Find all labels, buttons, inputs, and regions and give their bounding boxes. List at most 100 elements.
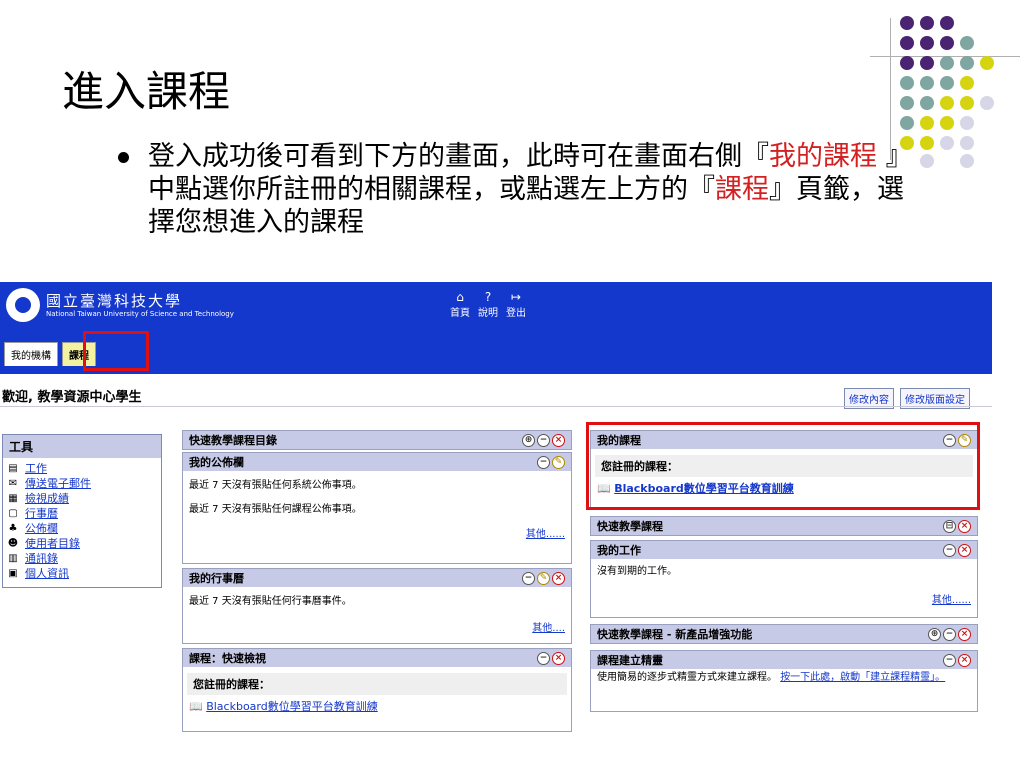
minimize-icon[interactable]: − xyxy=(537,455,550,469)
divider xyxy=(0,406,992,407)
wizard-launch-link[interactable]: 按一下此處，啟動「建立課程精靈」。 xyxy=(780,672,945,683)
edit-icon[interactable]: ✎ xyxy=(552,455,565,469)
calendar-empty-text: 最近 7 天沒有張貼任何行事曆事件。 xyxy=(189,596,352,607)
close-icon[interactable]: × xyxy=(958,627,971,641)
nav-home[interactable]: ⌂ 首頁 xyxy=(450,290,470,319)
panel-calendar: 我的行事曆 − ✎ × 最近 7 天沒有張貼任何行事曆事件。 其他.... xyxy=(182,568,572,644)
panel-title: 我的行事曆 xyxy=(189,572,244,585)
tasks-more-link[interactable]: 其他...... xyxy=(932,595,971,606)
tool-link-personal-info[interactable]: 個人資訊 xyxy=(25,566,69,581)
top-nav: ⌂ 首頁 ? 說明 ↦ 登出 xyxy=(450,290,526,319)
nav-home-label: 首頁 xyxy=(450,308,470,319)
logo-chinese-name: 國立臺灣科技大學 xyxy=(46,291,183,310)
tool-item[interactable]: ▤ 工作 xyxy=(7,461,157,476)
tool-link-user-directory[interactable]: 使用者目錄 xyxy=(25,536,80,551)
panel-title: 我的公佈欄 xyxy=(189,456,244,469)
nav-help[interactable]: ? 說明 xyxy=(478,290,498,319)
panel-title: 快速教學課程目錄 xyxy=(189,434,277,447)
decor-vertical-line xyxy=(890,18,891,160)
tool-item[interactable]: ▦ 檢視成績 xyxy=(7,491,157,506)
edit-icon[interactable]: ✎ xyxy=(537,571,550,585)
minimize-icon[interactable]: − xyxy=(537,433,550,447)
tool-link-announcements[interactable]: 公佈欄 xyxy=(25,521,58,536)
close-icon[interactable]: × xyxy=(552,571,565,585)
tab-my-institution[interactable]: 我的機構 xyxy=(4,342,58,366)
tool-item[interactable]: ☻ 使用者目錄 xyxy=(7,536,157,551)
minimize-icon[interactable]: − xyxy=(537,651,550,665)
close-icon[interactable]: × xyxy=(958,543,971,557)
minimize-icon[interactable]: − xyxy=(943,543,956,557)
close-icon[interactable]: × xyxy=(958,653,971,667)
tool-link-email[interactable]: 傳送電子郵件 xyxy=(25,476,91,491)
expand-icon[interactable]: ⊕ xyxy=(928,627,941,641)
user-dir-icon: ☻ xyxy=(7,538,19,549)
panel-course-wizard: 課程建立精靈 − × 使用簡易的逐步式精靈方式來建立課程。 按一下此處，啟動「建… xyxy=(590,650,978,712)
book-icon: 📖 xyxy=(189,700,203,713)
panel-my-tasks: 我的工作 − × 沒有到期的工作。 其他...... xyxy=(590,540,978,618)
slide-title: 進入課程 xyxy=(62,67,231,116)
tool-link-address-book[interactable]: 通訊錄 xyxy=(25,551,58,566)
university-seal-icon xyxy=(6,288,40,322)
minimize-icon[interactable]: − xyxy=(943,627,956,641)
panel-title: 我的工作 xyxy=(597,544,641,557)
bullet-highlight-my-courses: 我的課程 xyxy=(769,141,877,172)
announcement-course: 最近 7 天沒有張貼任何課程公佈事項。 xyxy=(189,504,362,515)
panel-quick-course: 快速教學課程 ⊟ × xyxy=(590,516,978,536)
tool-item[interactable]: ▣ 個人資訊 xyxy=(7,566,157,581)
enrolled-courses-heading: 您註冊的課程： xyxy=(187,673,567,695)
wizard-description: 使用簡易的逐步式精靈方式來建立課程。 xyxy=(597,672,777,683)
calendar-more-link[interactable]: 其他.... xyxy=(532,623,565,634)
announcements-more-link[interactable]: 其他...... xyxy=(526,529,565,540)
tools-title: 工具 xyxy=(3,435,161,458)
tab-highlight-box xyxy=(83,331,149,371)
blackboard-screenshot: 國立臺灣科技大學 National Taiwan University of S… xyxy=(0,282,1000,768)
address-book-icon: ▥ xyxy=(8,553,18,564)
tool-link-work[interactable]: 工作 xyxy=(25,461,47,476)
slide-bullet: 登入成功後可看到下方的畫面，此時可在畫面右側『我的課程 』中點選你所註冊的相關課… xyxy=(148,140,918,239)
logo-english-name: National Taiwan University of Science an… xyxy=(46,309,234,318)
close-icon[interactable]: × xyxy=(552,651,565,665)
panel-new-features: 快速教學課程 - 新產品增強功能 ⊕ − × xyxy=(590,624,978,644)
personal-info-icon: ▣ xyxy=(8,568,18,579)
tool-item[interactable]: ✉ 傳送電子郵件 xyxy=(7,476,157,491)
work-icon: ▤ xyxy=(8,463,18,474)
calendar-icon: ▢ xyxy=(8,508,18,519)
bullet-highlight-courses: 課程 xyxy=(715,174,769,205)
panel-title: 課程：快速檢視 xyxy=(189,652,266,665)
panel-title: 快速教學課程 - 新產品增強功能 xyxy=(597,628,753,641)
close-icon[interactable]: × xyxy=(958,519,971,533)
bullet-text-1: 登入成功後可看到下方的畫面，此時可在畫面右側『 xyxy=(148,141,769,172)
panel-title: 課程建立精靈 xyxy=(597,654,663,667)
tool-link-grades[interactable]: 檢視成績 xyxy=(25,491,69,506)
home-icon: ⌂ xyxy=(456,290,464,304)
panel-quick-catalog: 快速教學課程目錄 ⊕ − × xyxy=(182,430,572,450)
tool-item[interactable]: ▢ 行事曆 xyxy=(7,506,157,521)
grades-icon: ▦ xyxy=(8,493,18,504)
nav-logout[interactable]: ↦ 登出 xyxy=(506,290,526,319)
nav-help-label: 說明 xyxy=(478,308,498,319)
panel-announcements: 我的公佈欄 − ✎ 最近 7 天沒有張貼任何系統公佈事項。 最近 7 天沒有張貼… xyxy=(182,452,572,564)
panel-title: 快速教學課程 xyxy=(597,520,663,533)
course-link[interactable]: Blackboard數位學習平台教育訓練 xyxy=(206,700,378,713)
tools-box: 工具 ▤ 工作 ✉ 傳送電子郵件 ▦ 檢視成績 ▢ 行事曆 ♣ 公佈欄 ☻ 使用者目錄 ▥ 通… xyxy=(2,434,162,588)
minimize-icon[interactable]: − xyxy=(943,653,956,667)
panel-course-quickview: 課程：快速檢視 − × 您註冊的課程： 📖 Blackboard數位學習平台教育… xyxy=(182,648,572,732)
tasks-empty-text: 沒有到期的工作。 xyxy=(597,566,677,577)
announcement-icon: ♣ xyxy=(8,523,18,534)
close-icon[interactable]: × xyxy=(552,433,565,447)
tool-item[interactable]: ▥ 通訊錄 xyxy=(7,551,157,566)
tool-link-calendar[interactable]: 行事曆 xyxy=(25,506,58,521)
ntust-logo[interactable]: 國立臺灣科技大學 National Taiwan University of S… xyxy=(6,288,234,322)
mail-icon: ✉ xyxy=(8,478,18,489)
minimize-icon[interactable]: − xyxy=(522,571,535,585)
bullet-marker xyxy=(118,152,129,163)
welcome-text: 歡迎, 教學資源中心學生 xyxy=(2,390,142,405)
help-icon: ? xyxy=(484,290,492,304)
logout-icon: ↦ xyxy=(510,290,522,304)
nav-logout-label: 登出 xyxy=(506,308,526,319)
tool-item[interactable]: ♣ 公佈欄 xyxy=(7,521,157,536)
expand-icon[interactable]: ⊕ xyxy=(522,433,535,447)
restore-icon[interactable]: ⊟ xyxy=(943,519,956,533)
announcement-system: 最近 7 天沒有張貼任何系統公佈事項。 xyxy=(189,480,362,491)
my-courses-highlight-box xyxy=(586,422,980,510)
